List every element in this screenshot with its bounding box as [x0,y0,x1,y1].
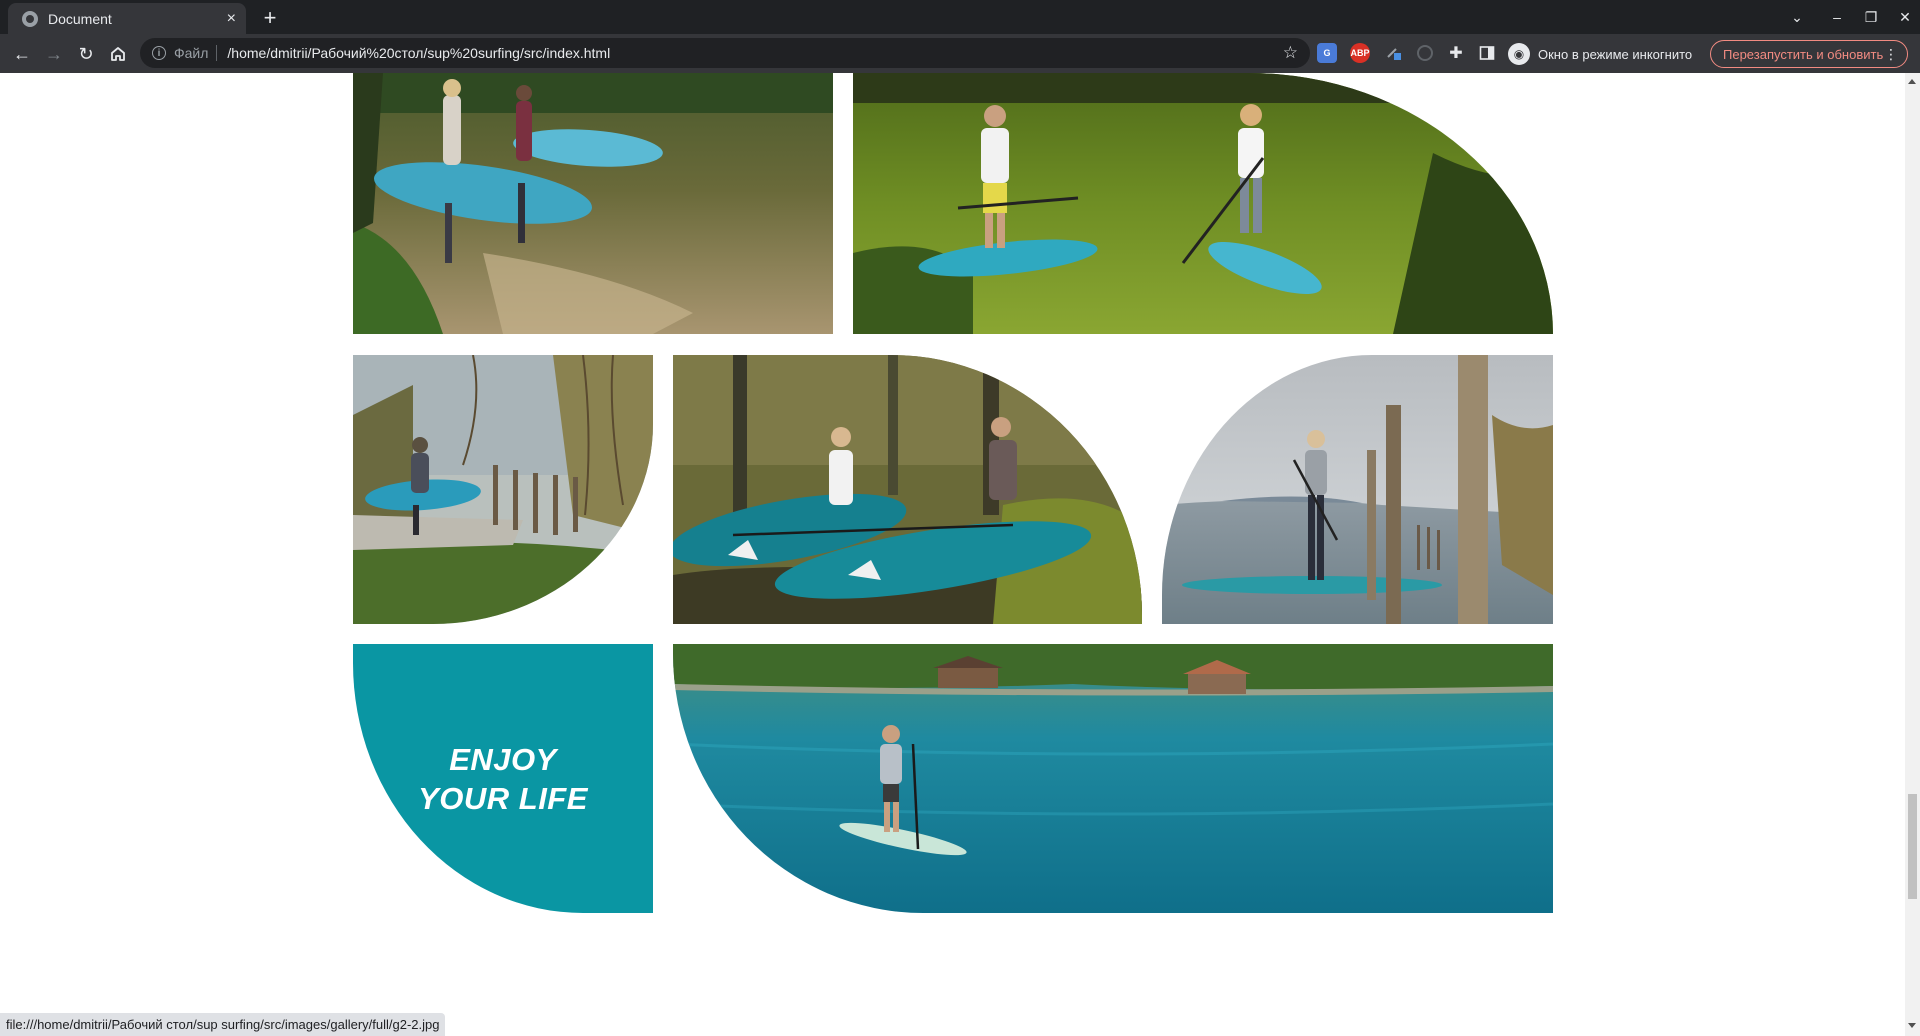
photo-turquoise-lake [673,644,1553,913]
address-divider [216,45,218,61]
tagline: ENJOY YOUR LIFE [418,740,588,818]
back-arrow-icon[interactable]: ← [8,40,36,68]
photo-shore-carry [353,73,833,334]
tab-document[interactable]: Document × [8,3,246,34]
globe-icon [22,10,38,27]
pen-extension-glyph [1387,48,1401,60]
gallery-photo-4[interactable] [673,355,1142,624]
side-panel-glyph [1479,46,1495,60]
home-icon-glyph [111,47,125,61]
photo-green-water [853,73,1553,334]
scheme-label: Файл [174,45,209,61]
page-viewport: ENJOY YOUR LIFE [0,73,1905,1036]
forward-arrow-icon[interactable]: → [40,40,68,68]
side-panel-icon[interactable] [1477,43,1497,63]
home-icon[interactable] [104,40,132,68]
page-scrollbar[interactable] [1905,73,1920,1036]
tab-search-chevron-icon[interactable]: ⌄ [1782,0,1812,34]
restore-icon[interactable]: ❐ [1856,0,1886,34]
adblock-plus-icon[interactable]: ABP [1350,43,1370,63]
pen-extension-icon[interactable] [1384,43,1404,63]
more-menu-icon[interactable]: ⋮ [1884,46,1898,63]
gallery-photo-5[interactable] [1162,355,1553,624]
new-tab-button[interactable]: + [256,4,284,32]
tagline-line-1: ENJOY [449,741,557,777]
site-info-icon[interactable]: i [152,46,166,60]
url-text[interactable]: /home/dmitrii/Рабочий%20стол/sup%20surfi… [227,45,1282,61]
photo-lake-posts [1162,355,1553,624]
puzzle-extensions-icon[interactable]: ✚ [1446,43,1466,63]
globe-extension-icon[interactable] [1415,43,1435,63]
tab-strip: Document × + ⌄ – ❐ ✕ [0,0,1920,34]
relaunch-update-button[interactable]: Перезапустить и обновить ⋮ [1710,40,1908,68]
photo-fence-walk [353,355,653,624]
gallery-photo-2[interactable] [853,73,1553,334]
globe-extension-glyph [1417,45,1433,61]
incognito-label: Окно в режиме инкогнито [1538,46,1693,62]
reload-icon[interactable]: ↻ [72,40,100,68]
status-bar-url: file:///home/dmitrii/Рабочий стол/sup su… [0,1013,446,1036]
address-bar[interactable]: i Файл /home/dmitrii/Рабочий%20стол/sup%… [140,38,1310,68]
minimize-icon[interactable]: – [1822,0,1852,34]
tab-close-icon[interactable]: × [227,10,236,28]
browser-toolbar: ← → ↻ i Файл /home/dmitrii/Рабочий%20сто… [0,34,1920,73]
scroll-up-arrow-icon[interactable] [1908,79,1916,84]
incognito-indicator[interactable]: ◉ Окно в режиме инкогнито [1508,41,1692,67]
relaunch-label: Перезапустить и обновить [1723,46,1884,62]
enjoy-your-life-banner: ENJOY YOUR LIFE [353,644,653,913]
gallery-photo-3[interactable] [353,355,653,624]
close-window-icon[interactable]: ✕ [1890,0,1920,34]
translate-extension-icon[interactable]: G [1317,43,1337,63]
photo-forest-carry [673,355,1142,624]
tagline-line-2: YOUR LIFE [418,780,588,816]
bookmark-star-icon[interactable]: ☆ [1283,43,1298,63]
scrollbar-thumb[interactable] [1908,794,1917,899]
scroll-down-arrow-icon[interactable] [1908,1023,1916,1028]
tab-title: Document [48,10,112,27]
gallery-photo-1[interactable] [353,73,833,334]
incognito-icon: ◉ [1508,43,1530,65]
gallery-photo-6[interactable] [673,644,1553,913]
